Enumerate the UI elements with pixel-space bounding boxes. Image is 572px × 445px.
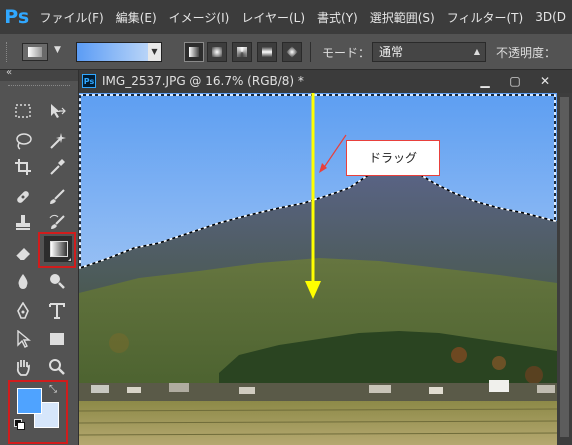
radial-gradient-button[interactable] [207, 42, 227, 62]
flyout-indicator [68, 258, 71, 261]
photoshop-logo: Ps [4, 6, 30, 28]
spot-healing-icon[interactable] [10, 184, 36, 210]
close-button[interactable]: ✕ [532, 72, 558, 90]
menu-file[interactable]: ファイル(F) [33, 9, 109, 26]
angle-gradient-button[interactable] [232, 42, 252, 62]
linear-gradient-icon [189, 47, 199, 57]
menu-image[interactable]: イメージ(I) [163, 9, 236, 26]
document-tab[interactable]: Ps IMG_2537.JPG @ 16.7% (RGB/8) * ▁ ▢ ✕ [79, 70, 572, 93]
options-bar: ▼ ▼ モード： 通常 ▲ 不透明度： [0, 34, 572, 70]
image-canvas[interactable]: ドラッグ [79, 93, 557, 445]
diamond-gradient-icon [286, 46, 298, 58]
tools-panel: « ⤡ [0, 67, 79, 445]
vertical-scrollbar[interactable] [557, 93, 572, 445]
eraser-icon[interactable] [10, 240, 36, 266]
crop-icon[interactable] [10, 154, 36, 180]
reflected-gradient-icon [262, 47, 272, 57]
reflected-gradient-button[interactable] [257, 42, 277, 62]
separator [310, 42, 311, 62]
clone-stamp-icon[interactable] [10, 210, 36, 236]
menu-select[interactable]: 選択範囲(S) [364, 9, 441, 26]
menu-layer[interactable]: レイヤー(L) [235, 9, 311, 26]
move-icon[interactable] [44, 98, 70, 124]
dodge-icon[interactable] [44, 268, 70, 294]
chevron-down-icon[interactable]: ▼ [54, 45, 61, 55]
drag-callout: ドラッグ [346, 140, 440, 176]
landscape-photo [79, 93, 557, 445]
eyedropper-icon[interactable] [44, 154, 70, 180]
mode-select[interactable]: 通常 ▲ [372, 42, 486, 62]
magic-wand-icon[interactable] [44, 128, 70, 154]
options-grip [6, 42, 10, 62]
linear-gradient-button[interactable] [184, 42, 204, 62]
zoom-icon[interactable] [44, 354, 70, 380]
menu-type[interactable]: 書式(Y) [311, 9, 364, 26]
document-window: Ps IMG_2537.JPG @ 16.7% (RGB/8) * ▁ ▢ ✕ [79, 70, 572, 445]
mode-value: 通常 [379, 45, 404, 59]
mode-label: モード： [322, 46, 371, 60]
radial-gradient-icon [212, 47, 222, 57]
default-colors-icon[interactable] [14, 419, 25, 430]
minimize-button[interactable]: ▁ [472, 72, 498, 90]
rectangular-marquee-icon[interactable] [10, 98, 36, 124]
menu-edit[interactable]: 編集(E) [110, 9, 163, 26]
pen-icon[interactable] [10, 298, 36, 324]
foreground-color-swatch[interactable] [17, 388, 42, 414]
lasso-icon[interactable] [10, 128, 36, 154]
document-title: IMG_2537.JPG @ 16.7% (RGB/8) * [102, 74, 304, 88]
diamond-gradient-button[interactable] [282, 42, 302, 62]
maximize-button[interactable]: ▢ [502, 72, 528, 90]
scrollbar-thumb[interactable] [560, 97, 569, 437]
rectangle-icon[interactable] [44, 326, 70, 352]
hand-icon[interactable] [10, 354, 36, 380]
collapse-panel-icon[interactable]: « [6, 67, 12, 78]
gradient-tool-button[interactable] [44, 236, 72, 262]
path-selection-icon[interactable] [10, 326, 36, 352]
tool-preset-picker[interactable] [22, 43, 48, 61]
chevron-down-icon[interactable]: ▼ [148, 43, 161, 61]
gradient-tool-preset-icon [28, 47, 42, 57]
chevron-down-icon: ▲ [473, 47, 480, 56]
swap-colors-icon[interactable]: ⤡ [49, 384, 57, 395]
blur-icon[interactable] [10, 268, 36, 294]
brush-icon[interactable] [44, 184, 70, 210]
type-icon[interactable] [44, 298, 70, 324]
tools-panel-header: « [0, 67, 78, 81]
photoshop-document-icon: Ps [82, 74, 96, 88]
opacity-label: 不透明度： [496, 46, 557, 60]
angle-gradient-icon [237, 47, 247, 57]
menu-filter[interactable]: フィルター(T) [441, 9, 529, 26]
menu-bar: Ps ファイル(F) 編集(E) イメージ(I) レイヤー(L) 書式(Y) 選… [0, 0, 572, 34]
panel-grip [8, 85, 70, 88]
gradient-editor-swatch[interactable]: ▼ [76, 42, 162, 62]
gradient-icon [50, 241, 68, 257]
menu-3d[interactable]: 3D(D [529, 10, 572, 24]
